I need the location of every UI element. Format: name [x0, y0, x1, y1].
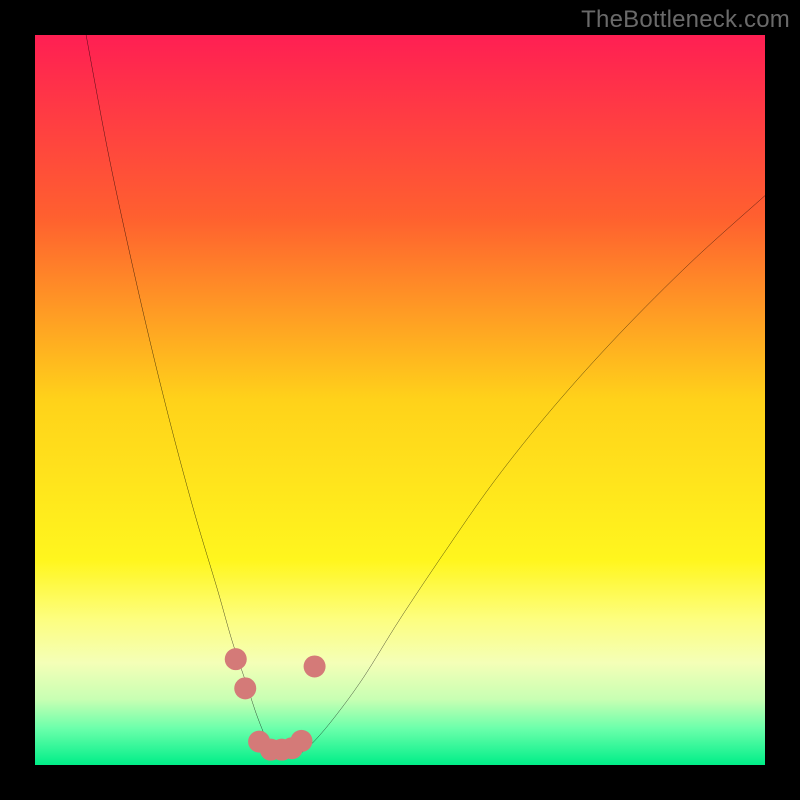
- highlight-dot: [225, 648, 247, 670]
- chart-svg: [35, 35, 765, 765]
- plot-area: [35, 35, 765, 765]
- highlight-dot: [290, 730, 312, 752]
- highlight-dot: [304, 655, 326, 677]
- watermark-text: TheBottleneck.com: [581, 6, 790, 34]
- highlight-markers: [225, 648, 326, 761]
- outer-frame: TheBottleneck.com: [0, 0, 800, 800]
- bottleneck-curve: [86, 35, 765, 756]
- highlight-dot: [234, 677, 256, 699]
